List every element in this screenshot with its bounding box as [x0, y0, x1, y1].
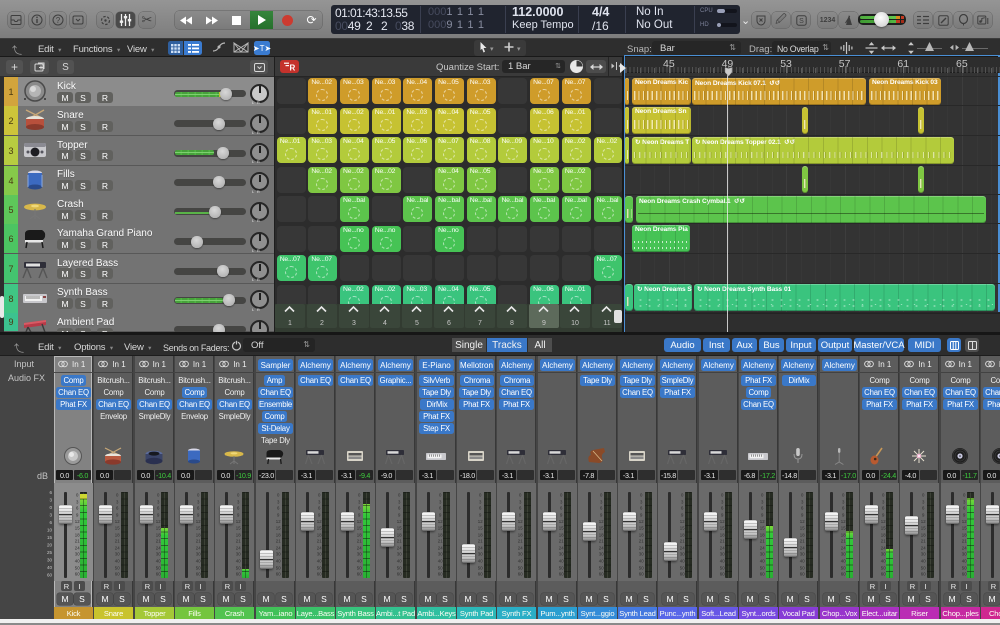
svg-text:R: R: [289, 64, 295, 72]
svg-text:?: ?: [56, 16, 61, 25]
svg-text:S: S: [799, 18, 804, 25]
